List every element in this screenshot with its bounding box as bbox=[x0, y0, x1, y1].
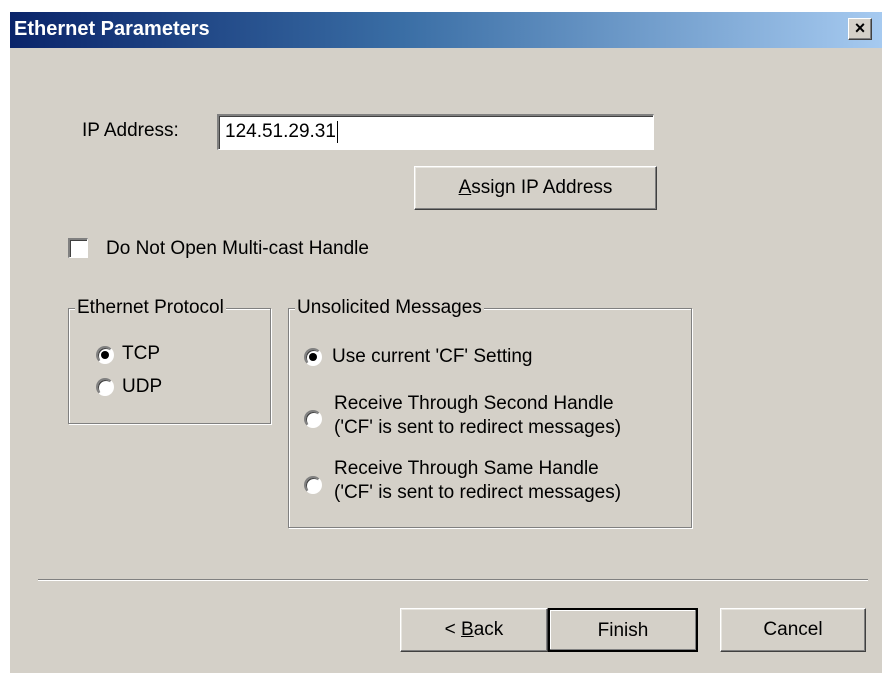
title-bar: Ethernet Parameters × bbox=[10, 12, 882, 48]
close-icon: × bbox=[854, 18, 866, 38]
finish-button[interactable]: Finish bbox=[548, 608, 698, 652]
multicast-checkbox-label: Do Not Open Multi-cast Handle bbox=[106, 238, 369, 259]
back-mnemonic: B bbox=[461, 619, 474, 640]
assign-ip-address-button[interactable]: Assign IP Address bbox=[414, 166, 657, 210]
assign-label: ssign IP Address bbox=[471, 177, 613, 198]
radio-second-handle-label: Receive Through Second Handle bbox=[334, 393, 614, 414]
radio-same-handle-label: Receive Through Same Handle bbox=[334, 458, 599, 479]
radio-second-handle-sublabel: ('CF' is sent to redirect messages) bbox=[334, 417, 622, 438]
radio-same-handle[interactable] bbox=[304, 476, 322, 494]
back-button[interactable]: < Back bbox=[400, 608, 548, 652]
ethernet-parameters-dialog: Ethernet Parameters × IP Address: 124.51… bbox=[8, 10, 882, 673]
radio-udp-label: UDP bbox=[122, 376, 163, 397]
radio-same-handle-sublabel: ('CF' is sent to redirect messages) bbox=[334, 482, 622, 503]
ethernet-protocol-legend: Ethernet Protocol bbox=[75, 297, 226, 319]
radio-selected-dot bbox=[309, 353, 317, 361]
cancel-label: Cancel bbox=[763, 619, 823, 640]
text-caret bbox=[336, 120, 338, 143]
assign-mnemonic: A bbox=[458, 177, 472, 198]
ip-address-input[interactable]: 124.51.29.31 bbox=[217, 114, 654, 150]
cancel-button[interactable]: Cancel bbox=[720, 608, 866, 652]
multicast-checkbox[interactable] bbox=[68, 238, 88, 258]
ip-address-value: 124.51.29.31 bbox=[225, 121, 336, 142]
radio-use-current-cf[interactable] bbox=[304, 348, 322, 366]
radio-selected-dot bbox=[101, 351, 109, 359]
radio-use-current-cf-label: Use current 'CF' Setting bbox=[332, 346, 533, 367]
ethernet-protocol-group: Ethernet Protocol bbox=[68, 297, 271, 424]
back-prefix: < bbox=[444, 619, 462, 640]
close-button[interactable]: × bbox=[848, 18, 872, 40]
footer-separator bbox=[38, 579, 868, 581]
dialog-title: Ethernet Parameters bbox=[14, 18, 210, 40]
radio-tcp[interactable] bbox=[96, 346, 114, 364]
radio-udp[interactable] bbox=[96, 378, 114, 396]
finish-label: Finish bbox=[597, 620, 649, 641]
unsolicited-messages-legend: Unsolicited Messages bbox=[295, 297, 484, 319]
radio-second-handle[interactable] bbox=[304, 410, 322, 428]
ip-address-label: IP Address: bbox=[82, 120, 179, 141]
back-label: ack bbox=[473, 619, 504, 640]
radio-tcp-label: TCP bbox=[122, 343, 160, 364]
